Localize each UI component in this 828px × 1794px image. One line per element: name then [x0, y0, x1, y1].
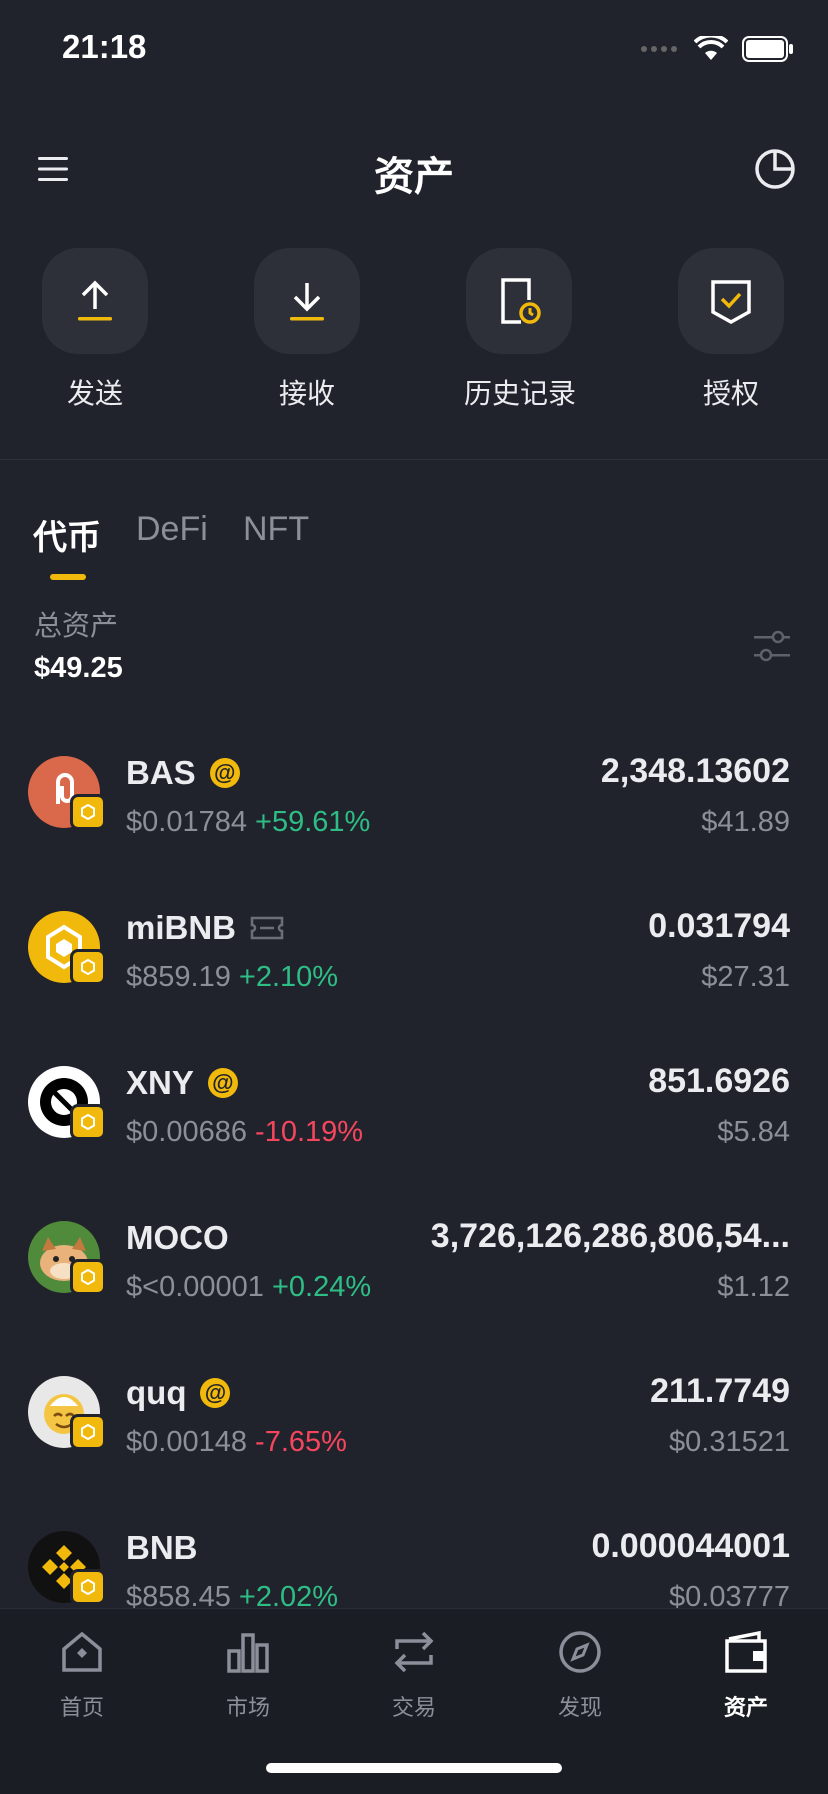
token-value: $5.84 — [717, 1116, 790, 1148]
approval-button[interactable]: 授权 — [676, 248, 786, 412]
battery-icon — [742, 36, 793, 62]
token-value: $0.31521 — [669, 1426, 790, 1458]
approval-circle[interactable] — [678, 248, 784, 354]
home-icon — [62, 1631, 102, 1672]
receive-arrow-down-icon — [290, 283, 324, 321]
bnb-chain-badge-icon — [70, 1259, 106, 1295]
token-amount: 3,726,126,286,806,54... — [430, 1217, 790, 1255]
nav-market-label: 市场 — [225, 1695, 270, 1720]
token-row-bas[interactable]: BAS @ $0.01784 +59.61% 2,348.13602 $41.89 — [0, 728, 828, 883]
token-amount: 211.7749 — [650, 1372, 790, 1410]
token-price: $0.00148 -7.65% — [126, 1426, 347, 1458]
portfolio-chart-button[interactable] — [754, 148, 796, 190]
token-price: $859.19 +2.10% — [126, 961, 339, 993]
nav-home[interactable]: 首页 — [22, 1629, 142, 1722]
token-amount: 0.031794 — [648, 907, 790, 945]
token-name: MOCO — [126, 1219, 229, 1256]
filter-button[interactable] — [752, 628, 792, 664]
home-indicator — [266, 1763, 562, 1773]
status-icons — [640, 36, 794, 62]
token-name: quq @ — [126, 1374, 231, 1412]
history-button[interactable]: 历史记录 — [464, 248, 577, 412]
token-row-moco[interactable]: MOCO $<0.00001 +0.24% 3,726,126,286,806,… — [0, 1193, 828, 1348]
swap-arrows-icon — [394, 1631, 434, 1673]
status-time: 21:18 — [62, 28, 147, 65]
token-change: -10.19% — [255, 1116, 364, 1148]
compass-icon — [559, 1631, 601, 1673]
nav-assets[interactable]: 资产 — [686, 1629, 806, 1722]
history-label: 历史记录 — [464, 378, 577, 409]
token-change: +2.10% — [238, 961, 339, 993]
tab-active-indicator — [50, 574, 86, 580]
token-change: -7.65% — [255, 1426, 347, 1458]
page-title: 资产 — [374, 155, 454, 199]
market-bars-icon — [227, 1633, 269, 1673]
tab-tokens[interactable]: 代币 — [33, 510, 101, 559]
bnb-chain-badge-icon — [70, 1569, 106, 1605]
tab-defi[interactable]: DeFi — [136, 510, 208, 549]
history-circle[interactable] — [466, 248, 572, 354]
token-name: XNY @ — [126, 1064, 238, 1102]
token-name: BNB — [126, 1529, 198, 1566]
bnb-chain-badge-icon — [70, 1414, 106, 1450]
send-button[interactable]: 发送 — [40, 248, 150, 412]
wifi-icon — [694, 36, 728, 60]
approval-shield-icon — [711, 280, 751, 324]
send-arrow-up-icon — [78, 280, 112, 321]
mention-tag-icon: @ — [207, 1068, 238, 1098]
approval-label: 授权 — [702, 378, 759, 409]
token-value: $41.89 — [701, 806, 790, 838]
send-circle[interactable] — [42, 248, 148, 354]
token-row-xny[interactable]: XNY @ $0.00686 -10.19% 851.6926 $5.84 — [0, 1038, 828, 1193]
nav-trade-label: 交易 — [391, 1695, 436, 1720]
nav-trade[interactable]: 交易 — [354, 1629, 474, 1722]
nav-market[interactable]: 市场 — [188, 1629, 308, 1722]
mention-tag-icon: @ — [209, 758, 240, 788]
token-price: $0.01784 +59.61% — [126, 806, 371, 838]
token-value: $27.31 — [701, 961, 790, 993]
token-amount: 0.000044001 — [591, 1527, 790, 1565]
wallet-icon — [725, 1630, 767, 1673]
receive-circle[interactable] — [254, 248, 360, 354]
token-row-mibnb[interactable]: miBNB $859.19 +2.10% 0.031794 $27.31 — [0, 883, 828, 1038]
mention-tag-icon: @ — [200, 1378, 231, 1408]
bnb-chain-badge-icon — [70, 949, 106, 985]
signal-icon — [641, 46, 677, 52]
token-price: $0.00686 -10.19% — [126, 1116, 364, 1148]
token-amount: 2,348.13602 — [600, 752, 790, 790]
bnb-chain-badge-icon — [70, 794, 106, 830]
nav-home-label: 首页 — [59, 1695, 104, 1720]
token-change: +59.61% — [255, 806, 371, 838]
token-price: $<0.00001 +0.24% — [126, 1271, 372, 1303]
receive-button[interactable]: 接收 — [252, 248, 362, 412]
bnb-chain-badge-icon — [70, 1104, 106, 1140]
total-assets-label: 总资产 — [34, 610, 119, 641]
receive-label: 接收 — [278, 378, 335, 409]
history-icon — [501, 278, 541, 324]
nav-assets-label: 资产 — [723, 1695, 768, 1720]
token-amount: 851.6926 — [648, 1062, 790, 1100]
token-name: miBNB — [126, 909, 284, 947]
tab-nft[interactable]: NFT — [243, 510, 309, 549]
ticket-icon — [250, 916, 284, 940]
send-label: 发送 — [66, 378, 123, 409]
pie-chart-icon — [755, 149, 795, 189]
divider — [0, 459, 828, 460]
token-value: $1.12 — [717, 1271, 790, 1303]
token-change: +0.24% — [271, 1271, 372, 1303]
token-name: BAS @ — [126, 754, 240, 792]
nav-discover[interactable]: 发现 — [520, 1629, 640, 1722]
filter-sliders-icon — [754, 630, 790, 662]
total-assets-value: $49.25 — [34, 652, 123, 684]
nav-discover-label: 发现 — [557, 1695, 602, 1720]
token-row-quq[interactable]: quq @ $0.00148 -7.65% 211.7749 $0.31521 — [0, 1348, 828, 1503]
